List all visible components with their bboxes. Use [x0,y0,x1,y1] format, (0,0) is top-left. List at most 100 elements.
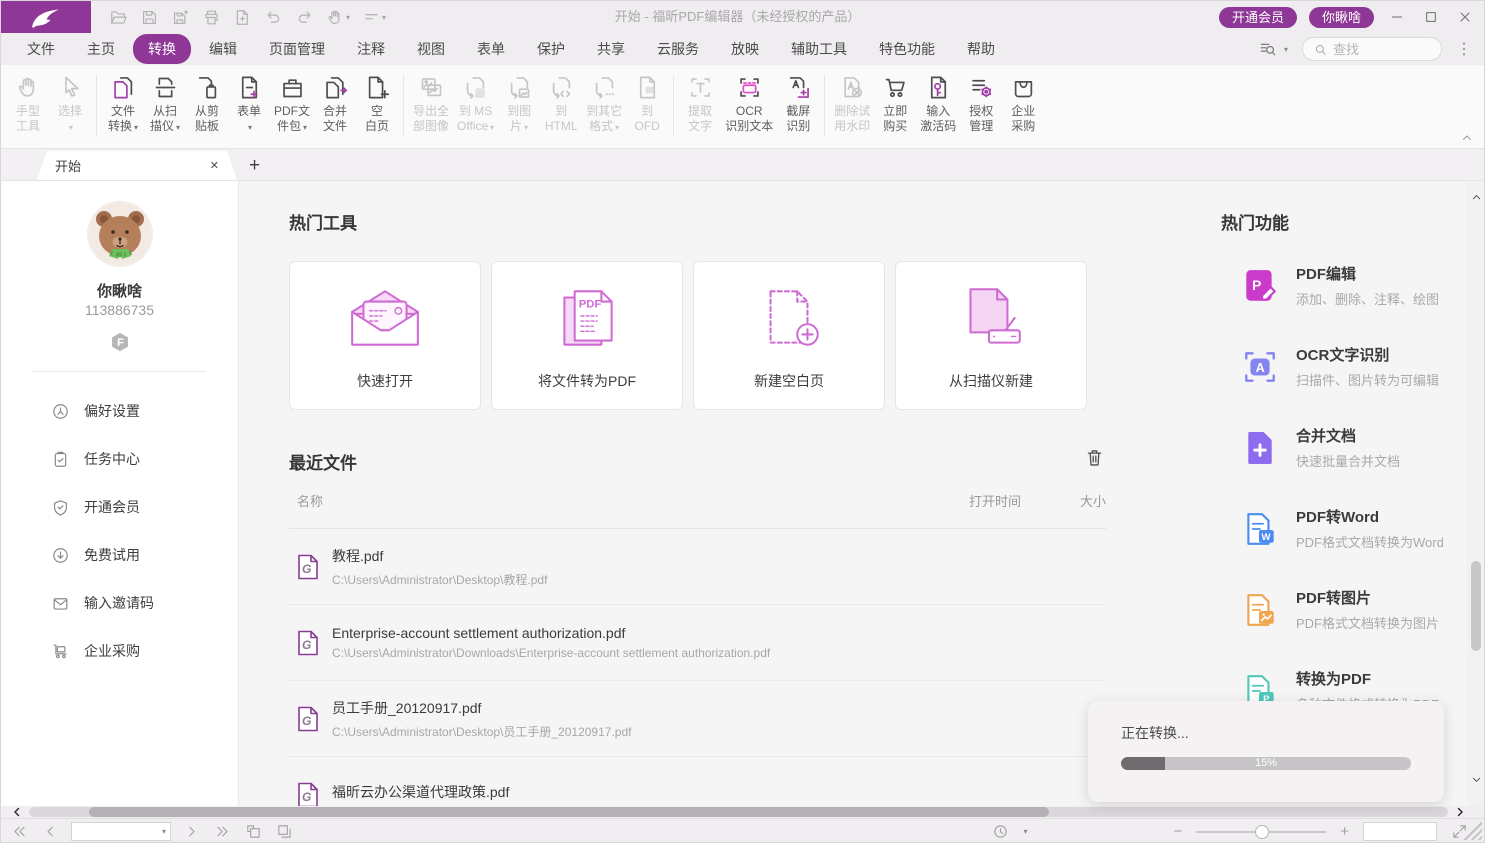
menu-item[interactable]: 帮助 [951,35,1011,63]
menu-item[interactable]: 文件 [11,35,71,63]
ribbon-button[interactable]: 删除试用水印▾ [830,65,874,148]
menu-item[interactable]: 注释 [341,35,401,63]
account-button[interactable]: 你瞅啥 [1309,7,1374,28]
scroll-left-icon[interactable] [11,806,23,818]
menu-item[interactable]: 编辑 [193,35,253,63]
recent-file-row[interactable]: G 教程.pdf C:\Users\Administrator\Desktop\… [289,529,1106,605]
tab-start[interactable]: 开始 ✕ [37,151,237,180]
collapse-ribbon-icon[interactable] [1460,131,1474,145]
zoom-out-button[interactable]: − [1173,824,1182,839]
ribbon-button[interactable]: 导出全部图像▾ [409,65,453,148]
ribbon-button[interactable]: 手型工具▾ [7,65,49,148]
feature-item[interactable]: P PDF编辑 添加、删除、注释、绘图 [1221,245,1466,326]
ribbon-button[interactable]: 表单▾ [228,65,270,148]
page-number-input[interactable] [76,825,162,839]
vertical-scrollbar-thumb[interactable] [1471,561,1481,651]
search-box[interactable] [1302,37,1442,61]
sidebar-item[interactable]: 输入邀请码 [1,579,238,627]
ribbon-button[interactable]: PDF文件包▾ [270,65,314,148]
more-options-icon[interactable] [1454,39,1474,59]
sidebar-item[interactable]: 免费试用 [1,531,238,579]
clone-page-icon[interactable] [276,823,293,840]
ribbon-button[interactable]: 到HTML▾ [540,65,582,148]
tab-close-icon[interactable]: ✕ [210,159,219,172]
column-open-time[interactable]: 打开时间 [891,491,1021,510]
sidebar-item[interactable]: 开通会员 [1,483,238,531]
recent-file-row[interactable]: G 员工手册_20120917.pdf C:\Users\Administrat… [289,681,1106,757]
ribbon-button[interactable]: 文件转换▾ [102,65,144,148]
menu-item[interactable]: 共享 [581,35,641,63]
first-page-icon[interactable] [11,823,28,840]
zoom-slider[interactable] [1196,825,1326,839]
horizontal-scrollbar-thumb[interactable] [89,807,1049,817]
find-input[interactable] [1333,42,1431,57]
last-page-icon[interactable] [214,823,231,840]
quick-access-button[interactable]: ▾ [293,6,316,29]
column-size[interactable]: 大小 [1021,491,1106,510]
scroll-right-icon[interactable] [1454,806,1466,818]
quick-access-button[interactable]: ▾ [200,6,223,29]
zoom-level-input[interactable] [1363,822,1437,841]
clear-recent-trash-icon[interactable] [1084,447,1105,468]
recent-file-row[interactable]: G Enterprise-account settlement authoriz… [289,605,1106,681]
ribbon-button[interactable]: 空白页▾ [356,65,398,148]
foxit-logo[interactable] [1,1,91,33]
quick-access-button[interactable]: ▾ [262,6,285,29]
avatar[interactable] [87,201,153,267]
menu-item[interactable]: 保护 [521,35,581,63]
ribbon-button[interactable]: 提取文字▾ [679,65,721,148]
page-number-select[interactable]: ▾ [71,822,171,841]
quick-access-button[interactable]: ▾ [138,6,161,29]
ribbon-button[interactable]: 输入激活码▾ [916,65,960,148]
ribbon-button[interactable]: 到OFD▾ [626,65,668,148]
scroll-up-icon[interactable] [1470,191,1483,204]
menu-item[interactable]: 辅助工具 [775,35,863,63]
next-page-icon[interactable] [183,823,200,840]
feature-item[interactable]: PDF转图片 PDF格式文档转换为图片 [1221,569,1466,650]
close-button[interactable] [1454,6,1476,28]
feature-item[interactable]: 合并文档 快速批量合并文档 [1221,407,1466,488]
quick-access-button[interactable]: ▾ [324,6,352,29]
ribbon-button[interactable]: 从扫描仪▾ [144,65,186,148]
ribbon-button[interactable]: OCR识别文本▾ [721,65,777,148]
menu-item[interactable]: 页面管理 [253,35,341,63]
recent-file-row[interactable]: G 福昕云办公渠道代理政策.pdf [289,757,1106,806]
ribbon-button[interactable]: 从剪贴板▾ [186,65,228,148]
rotate-view-icon[interactable] [992,823,1009,840]
snapshot-icon[interactable] [245,823,262,840]
maximize-button[interactable] [1420,6,1442,28]
find-list-icon[interactable] [1258,39,1278,59]
ribbon-button[interactable]: 到图片▾ [498,65,540,148]
tool-card[interactable]: PDF 将文件转为PDF [491,261,683,410]
tool-card[interactable]: 从扫描仪新建 [895,261,1087,410]
menu-item[interactable]: 放映 [715,35,775,63]
quick-access-button[interactable]: ▾ [107,6,130,29]
horizontal-scrollbar[interactable] [1,806,1484,818]
ribbon-button[interactable]: 合并文件▾ [314,65,356,148]
tool-card[interactable]: 快速打开 [289,261,481,410]
menu-item[interactable]: 转换 [133,34,191,64]
ribbon-button[interactable]: 授权管理▾ [960,65,1002,148]
ribbon-button[interactable]: 截屏识别▾ [777,65,819,148]
menu-item[interactable]: 表单 [461,35,521,63]
page-select-caret[interactable]: ▾ [162,827,166,836]
sidebar-item[interactable]: 企业采购 [1,627,238,675]
prev-page-icon[interactable] [42,823,59,840]
zoom-slider-handle[interactable] [1255,825,1269,839]
feature-item[interactable]: A OCR文字识别 扫描件、图片转为可编辑 [1221,326,1466,407]
ribbon-button[interactable]: 选择▾ [49,65,91,148]
tool-card[interactable]: 新建空白页 [693,261,885,410]
zoom-in-button[interactable]: + [1340,824,1349,839]
rotate-view-caret[interactable]: ▾ [1023,827,1027,836]
sidebar-item[interactable]: 偏好设置 [1,387,238,435]
quick-access-button[interactable]: ▾ [169,6,192,29]
menu-item[interactable]: 云服务 [641,35,715,63]
quick-access-button[interactable]: ▾ [231,6,254,29]
find-dropdown-arrow[interactable]: ▾ [1284,45,1288,54]
ribbon-button[interactable]: 立即购买▾ [874,65,916,148]
ribbon-button[interactable]: 到 MSOffice▾ [453,65,498,148]
open-membership-button[interactable]: 开通会员 [1219,7,1297,28]
ribbon-button[interactable]: 企业采购▾ [1002,65,1044,148]
horizontal-scrollbar-track[interactable] [29,807,1448,817]
new-tab-button[interactable]: + [237,155,272,180]
